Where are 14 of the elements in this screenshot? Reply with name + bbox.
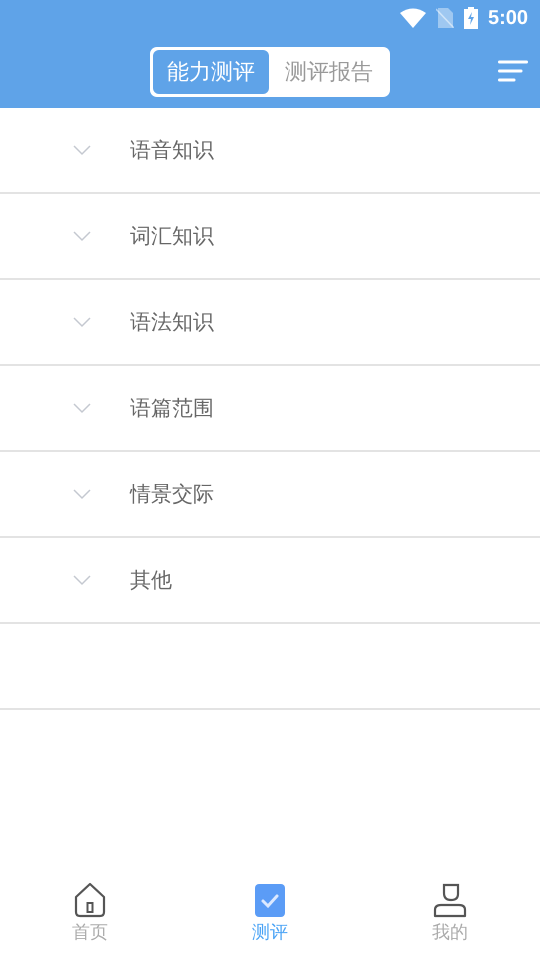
category-item[interactable]: 语音知识 xyxy=(130,136,214,164)
category-item[interactable]: 语法知识 xyxy=(130,308,214,336)
checkbox-icon xyxy=(252,882,288,918)
person-icon xyxy=(432,882,468,918)
category-item[interactable]: 情景交际 xyxy=(130,480,214,508)
status-time: 5:00 xyxy=(488,6,528,30)
no-sim-icon xyxy=(436,8,454,28)
menu-icon[interactable] xyxy=(498,60,528,82)
category-item[interactable]: 其他 xyxy=(130,566,172,594)
battery-icon xyxy=(464,7,478,29)
category-item[interactable]: 词汇知识 xyxy=(130,222,214,250)
wifi-icon xyxy=(400,8,426,28)
home-icon xyxy=(72,882,108,918)
category-item[interactable]: 语篇范围 xyxy=(130,394,214,422)
